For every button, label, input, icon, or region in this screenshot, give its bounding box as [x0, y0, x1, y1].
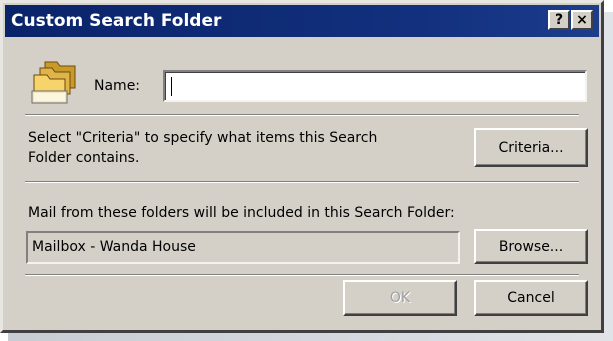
help-button[interactable]: ?	[548, 10, 570, 30]
cancel-button[interactable]: Cancel	[474, 280, 588, 316]
close-button[interactable]: ×	[571, 10, 593, 30]
folders-field: Mailbox - Wanda House	[26, 231, 460, 264]
search-folder-icon	[31, 61, 76, 104]
criteria-description-line2: Folder contains.	[28, 150, 140, 166]
name-label: Name:	[94, 78, 141, 94]
title-bar[interactable]: Custom Search Folder ? ×	[5, 5, 599, 37]
ok-button[interactable]: OK	[343, 280, 457, 316]
separator-bottom	[25, 274, 579, 276]
separator-middle	[25, 181, 579, 183]
window-title: Custom Search Folder	[11, 11, 222, 31]
criteria-description-line1: Select "Criteria" to specify what items …	[28, 130, 378, 146]
text-caret	[171, 77, 172, 96]
criteria-button[interactable]: Criteria...	[474, 128, 588, 167]
browse-button[interactable]: Browse...	[474, 229, 588, 264]
separator-top	[25, 114, 579, 116]
folders-description: Mail from these folders will be included…	[28, 205, 455, 221]
name-input[interactable]	[163, 70, 587, 102]
custom-search-folder-dialog: Custom Search Folder ? × Name: Select "C…	[0, 0, 604, 333]
